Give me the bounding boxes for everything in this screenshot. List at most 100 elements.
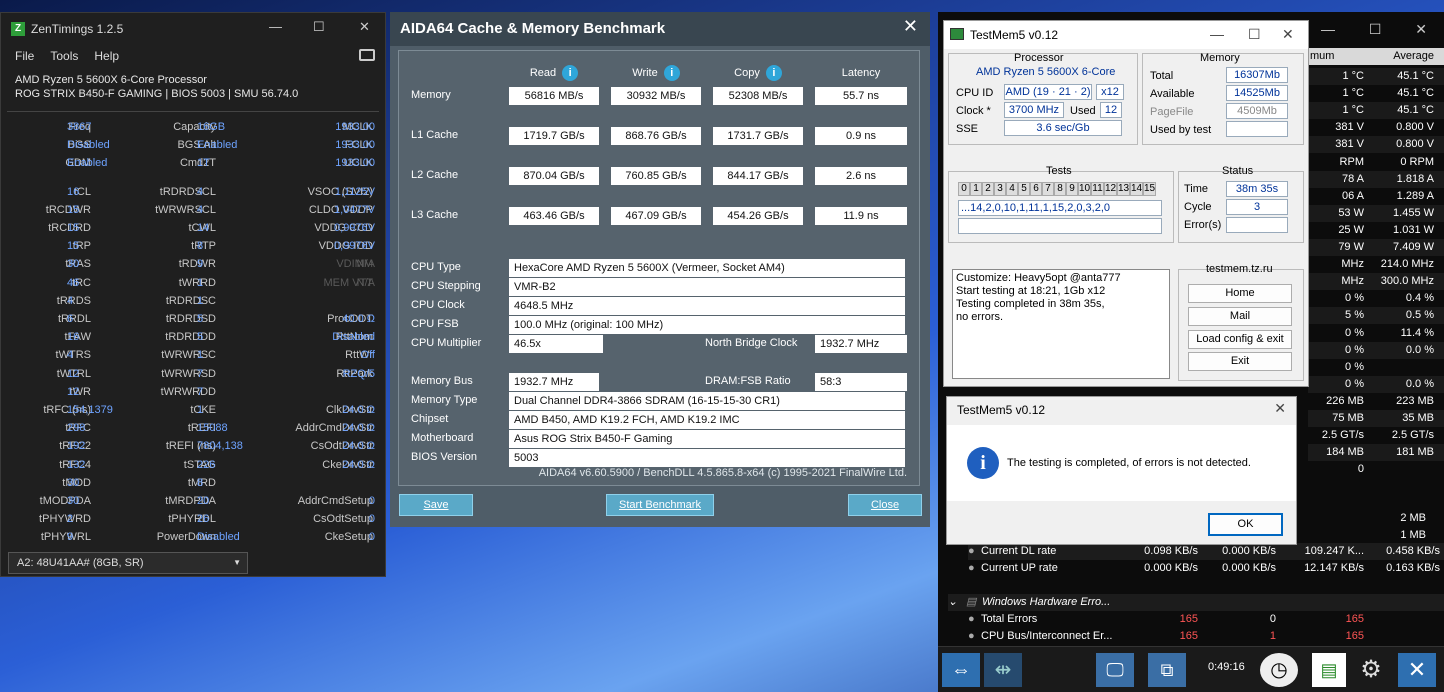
zentimings-window: Z ZenTimings 1.2.5 — ☐ ✕ File Tools Help… xyxy=(0,12,386,577)
timing-value: 12 xyxy=(67,367,80,380)
timing-value: 15 xyxy=(67,240,80,253)
close-icon[interactable]: ✕ xyxy=(1274,400,1286,417)
hw-avg-value: 1.289 A xyxy=(1396,189,1434,202)
zentimings-logo-icon: Z xyxy=(11,22,25,36)
errors-field xyxy=(1226,217,1288,233)
minimize-icon[interactable]: — xyxy=(269,19,282,34)
divider xyxy=(7,111,379,112)
module-select[interactable]: A2: 48U41AA# (8GB, SR) ▼ xyxy=(8,552,248,574)
hw-row-cpu-bus-errors[interactable]: ● CPU Bus/Interconnect Er... 165 1 165 xyxy=(968,628,1444,645)
cpu-mult-label: CPU Multiplier xyxy=(411,337,482,349)
camera-icon[interactable] xyxy=(359,49,375,61)
hwinfo-window-controls: — ☐ ✕ xyxy=(1304,12,1444,46)
mem-type-label: Memory Type xyxy=(411,394,478,406)
maximize-icon[interactable]: ☐ xyxy=(1369,21,1382,38)
close-icon[interactable]: ✕ xyxy=(1415,21,1427,38)
hw-min-value: 0 % xyxy=(1345,326,1364,339)
timing-value: 3867 xyxy=(67,121,92,133)
hw-row-dl[interactable]: ● Current DL rate 0.098 KB/s 0.000 KB/s … xyxy=(968,543,1444,560)
close-icon[interactable]: ✕ xyxy=(903,16,918,37)
test-number-cell: 5 xyxy=(1018,182,1030,196)
monitor-icon[interactable]: 🖵 xyxy=(1096,653,1134,687)
zen-titlebar: Z ZenTimings 1.2.5 xyxy=(1,13,385,45)
bios-value: 5003 xyxy=(509,449,905,467)
arrows-expand-icon[interactable]: ⇔ xyxy=(942,653,980,687)
zen-menubar: File Tools Help xyxy=(1,45,385,67)
info-icon[interactable]: i xyxy=(663,65,680,81)
menu-file[interactable]: File xyxy=(15,49,34,63)
clock-label: Clock * xyxy=(956,105,991,117)
mem-type-value: Dual Channel DDR4-3866 SDRAM (16-15-15-3… xyxy=(509,392,905,410)
arrows-collapse-icon[interactable]: ⇹ xyxy=(984,653,1022,687)
network-icon[interactable]: ⧉ xyxy=(1148,653,1186,687)
maximize-icon[interactable]: ☐ xyxy=(1248,26,1261,43)
timing-value: 8 xyxy=(197,476,204,489)
hw-row-ul[interactable]: ● Current UP rate 0.000 KB/s 0.000 KB/s … xyxy=(968,560,1444,577)
timing-value: 1933.00 xyxy=(335,139,375,152)
hw-avg-value: 0.0 % xyxy=(1405,343,1434,356)
report-icon[interactable]: ▤ xyxy=(1312,653,1346,687)
hw-section-whea[interactable]: ⌄ ▤ Windows Hardware Erro... xyxy=(948,594,1444,611)
timing-value: 9 xyxy=(67,531,74,544)
bench-value: 30932 MB/s xyxy=(611,87,701,105)
chevron-down-icon[interactable]: ⌄ xyxy=(948,594,957,611)
menu-help[interactable]: Help xyxy=(94,49,119,63)
menu-tools[interactable]: Tools xyxy=(50,49,78,63)
time-label: Time xyxy=(1184,183,1209,195)
hw-avg-value: 223 MB xyxy=(1396,394,1434,407)
hw-row-total-errors[interactable]: ● Total Errors 165 0 165 xyxy=(968,611,1444,628)
clock-icon[interactable]: ◷ xyxy=(1260,653,1298,687)
mail-button[interactable]: Mail xyxy=(1188,307,1292,326)
timing-label: tWRRD xyxy=(178,276,216,289)
dialog-title: TestMem5 v0.12 xyxy=(957,403,1046,417)
cpuid-label: CPU ID xyxy=(956,87,994,99)
cpu-type-label: CPU Type xyxy=(411,261,461,273)
sse-field: 3.6 sec/Gb xyxy=(1004,120,1122,136)
close-icon[interactable]: ✕ xyxy=(1282,26,1294,43)
bench-row-label: L3 Cache xyxy=(411,209,459,221)
bench-value: 56816 MB/s xyxy=(509,87,599,105)
timing-value: 1,1125V xyxy=(334,185,375,198)
minimize-icon[interactable]: — xyxy=(1210,26,1224,42)
timing-label: tRDRDSD xyxy=(165,313,216,325)
timing-value: 4 xyxy=(197,185,204,198)
testmem-app-icon xyxy=(950,28,964,40)
total-field: 16307Mb xyxy=(1226,67,1288,83)
ok-button[interactable]: OK xyxy=(1208,513,1283,536)
info-icon[interactable]: i xyxy=(562,65,579,81)
home-button[interactable]: Home xyxy=(1188,284,1292,303)
test-number-cell: 11 xyxy=(1091,182,1104,196)
hw-min-value: 0 % xyxy=(1345,377,1364,390)
hw-avg-value: 45.1 °C xyxy=(1397,70,1434,82)
timing-value: 12 xyxy=(67,385,80,398)
timing-value: 1,0477V xyxy=(334,203,375,216)
test-number-strip: 0 1 2 3 4 5 6 7 8 9 10 11 12 13 14 15 xyxy=(958,182,1168,196)
timing-value: 14 xyxy=(197,222,210,234)
maximize-icon[interactable]: ☐ xyxy=(313,19,325,35)
hw-min-value: 1 °C xyxy=(1342,104,1364,117)
hw-avg-value: 181 MB xyxy=(1396,446,1434,459)
cycle-field: 3 xyxy=(1226,199,1288,215)
start-benchmark-button[interactable]: Start Benchmark xyxy=(606,494,714,516)
hw-min-value: 1 °C xyxy=(1342,70,1364,82)
save-button[interactable]: Save xyxy=(399,494,473,516)
cpu-fsb-value: 100.0 MHz (original: 100 MHz) xyxy=(509,316,905,334)
mobo-label: Motherboard xyxy=(411,432,474,444)
close-icon[interactable]: ✕ xyxy=(1398,653,1436,687)
minimize-icon[interactable]: — xyxy=(1321,21,1335,37)
gear-icon[interactable]: ⚙ xyxy=(1352,653,1390,687)
timing-value: 0,9976V xyxy=(334,222,375,234)
bench-value: 2.6 ns xyxy=(815,167,907,185)
exit-button[interactable]: Exit xyxy=(1188,352,1292,371)
timing-value: 26 xyxy=(197,513,210,526)
load-config-exit-button[interactable]: Load config & exit xyxy=(1188,330,1292,349)
close-button[interactable]: Close xyxy=(848,494,922,516)
info-icon[interactable]: i xyxy=(765,65,782,81)
close-icon[interactable]: ✕ xyxy=(359,19,370,35)
timing-label: tPHYWRD xyxy=(39,513,91,526)
bench-value: 844.17 GB/s xyxy=(713,167,803,185)
test-number-cell: 13 xyxy=(1117,182,1130,196)
timing-label: tRRDL xyxy=(57,313,91,325)
log-box[interactable]: Customize: Heavy5opt @anta777 Start test… xyxy=(952,269,1170,379)
hw-min-value: 75 MB xyxy=(1332,412,1364,424)
